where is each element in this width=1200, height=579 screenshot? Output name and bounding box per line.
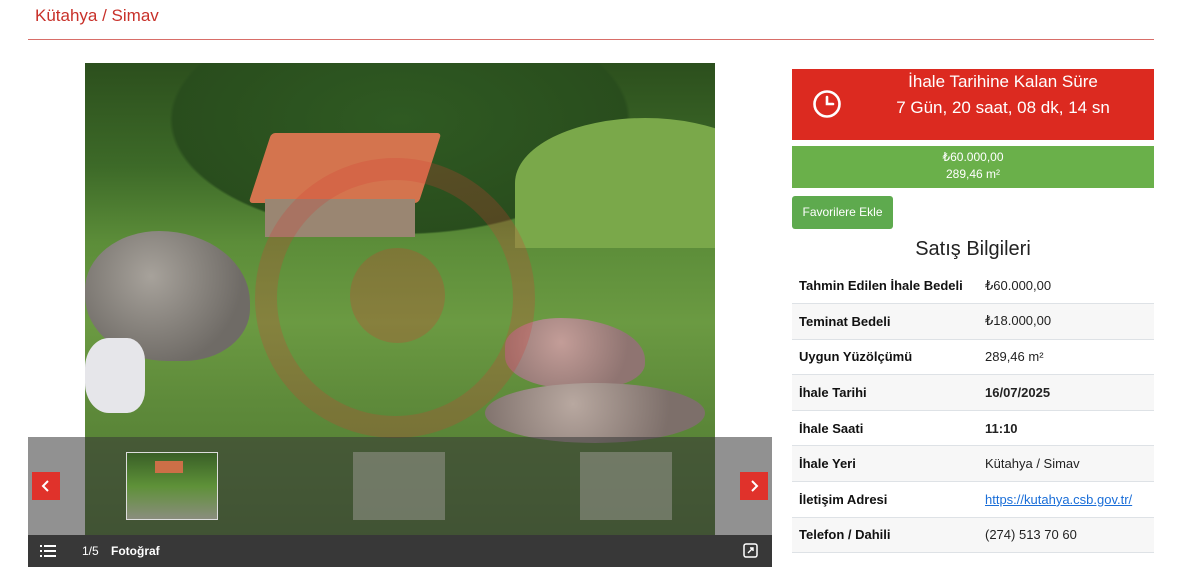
- table-row: İletişim Adresi https://kutahya.csb.gov.…: [792, 481, 1154, 518]
- title-divider: [28, 39, 1154, 40]
- contact-address-link[interactable]: https://kutahya.csb.gov.tr/: [985, 492, 1132, 507]
- row-key: İhale Saati: [792, 410, 978, 447]
- table-row: Teminat Bedeli ₺18.000,00: [792, 303, 1154, 340]
- row-value: Kütahya / Simav: [978, 445, 1154, 483]
- countdown-value: 7 Gün, 20 saat, 08 dk, 14 sn: [896, 98, 1110, 117]
- table-row: Telefon / Dahili (274) 513 70 60: [792, 517, 1154, 554]
- row-key: İhale Tarihi: [792, 374, 978, 411]
- prev-photo-button[interactable]: [32, 472, 60, 500]
- thumbnail-2[interactable]: [353, 452, 445, 520]
- row-value: 16/07/2025: [978, 374, 1154, 411]
- row-key: İhale Yeri: [792, 445, 978, 483]
- expand-icon[interactable]: [743, 543, 758, 558]
- add-to-favorites-button[interactable]: Favorilere Ekle: [792, 196, 893, 229]
- table-row: İhale Yeri Kütahya / Simav: [792, 445, 1154, 483]
- thumbnail-strip: [28, 437, 772, 535]
- row-key: Teminat Bedeli: [792, 303, 978, 340]
- chevron-right-icon: [751, 480, 759, 492]
- chevron-left-icon: [41, 480, 49, 492]
- table-row: İhale Saati 11:10: [792, 410, 1154, 447]
- photo-rock: [485, 383, 705, 443]
- price-amount: ₺60.000,00: [942, 150, 1004, 164]
- row-value: (274) 513 70 60: [978, 517, 1154, 554]
- photo-counter: 1/5: [82, 544, 99, 558]
- sales-info-table: Tahmin Edilen İhale Bedeli ₺60.000,00 Te…: [792, 268, 1154, 554]
- table-row: Uygun Yüzölçümü 289,46 m²: [792, 339, 1154, 376]
- row-key: Telefon / Dahili: [792, 517, 978, 554]
- thumbnail-1[interactable]: [126, 452, 218, 520]
- page-title: Kütahya / Simav: [35, 6, 159, 25]
- thumbnail-3[interactable]: [580, 452, 672, 520]
- photo-label: Fotoğraf: [111, 544, 160, 558]
- row-key: İletişim Adresi: [792, 481, 978, 518]
- price-area: 289,46 m²: [945, 167, 1001, 181]
- photo-bag: [85, 338, 145, 413]
- row-value: ₺18.000,00: [978, 303, 1154, 340]
- countdown-title: İhale Tarihine Kalan Süre: [908, 72, 1098, 91]
- table-row: Tahmin Edilen İhale Bedeli ₺60.000,00: [792, 268, 1154, 305]
- watermark-logo-center: [350, 248, 445, 343]
- row-value: 289,46 m²: [978, 339, 1154, 376]
- row-value: https://kutahya.csb.gov.tr/: [978, 481, 1154, 518]
- row-value: 11:10: [978, 410, 1154, 447]
- row-value: ₺60.000,00: [978, 268, 1154, 305]
- table-row: İhale Tarihi 16/07/2025: [792, 374, 1154, 411]
- gallery-toolbar: 1/5 Fotoğraf: [28, 535, 772, 567]
- row-key: Tahmin Edilen İhale Bedeli: [792, 268, 978, 305]
- auction-countdown: İhale Tarihine Kalan Süre 7 Gün, 20 saat…: [792, 69, 1154, 140]
- next-photo-button[interactable]: [740, 472, 768, 500]
- list-icon[interactable]: [40, 544, 56, 558]
- sales-info-title: Satış Bilgileri: [915, 238, 1031, 260]
- row-key: Uygun Yüzölçümü: [792, 339, 978, 376]
- clock-icon: [813, 90, 841, 118]
- photo-hill: [515, 118, 715, 248]
- price-summary: ₺60.000,00 289,46 m²: [792, 146, 1154, 188]
